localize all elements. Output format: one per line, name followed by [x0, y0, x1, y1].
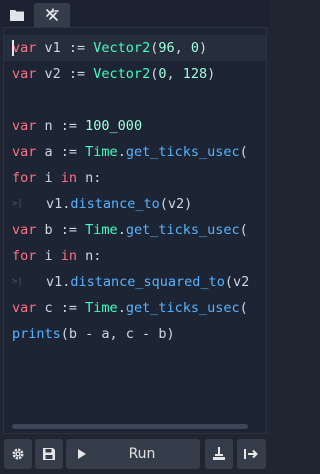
code-token: i [36, 248, 61, 264]
code-token: var [12, 222, 37, 238]
ast-icon [46, 8, 59, 21]
code-token: for [12, 248, 37, 264]
code-token: v1. [46, 274, 71, 290]
code-token: , [166, 66, 183, 82]
code-text: var b := Time.get_ticks_usec( [12, 222, 248, 238]
code-token: Time [85, 222, 118, 238]
text-caret [12, 40, 14, 56]
code-token: var [12, 144, 37, 160]
step-forward-button[interactable] [237, 439, 266, 469]
code-token: var [12, 118, 37, 134]
code-line[interactable]: var v1 := Vector2(96, 0) [4, 35, 266, 61]
run-button[interactable]: Run [66, 439, 200, 469]
code-text: var c := Time.get_ticks_usec( [12, 300, 248, 316]
code-token: . [117, 144, 126, 160]
code-token: prints [12, 326, 61, 342]
code-token: v1. [46, 196, 71, 212]
code-area[interactable]: var v1 := Vector2(96, 0) var v2 := Vector… [4, 28, 266, 433]
code-text: prints(b - a, c - b) [12, 326, 175, 342]
bottom-toolbar: Run [0, 436, 270, 474]
settings-button[interactable] [4, 439, 32, 469]
indent-marker-icon: >| [12, 199, 23, 209]
run-label: Run [128, 446, 156, 462]
horizontal-scrollbar[interactable] [12, 424, 248, 429]
code-line[interactable] [4, 87, 266, 113]
code-line[interactable]: var b := Time.get_ticks_usec( [4, 217, 266, 243]
code-token: . [117, 222, 126, 238]
code-text: var v1 := Vector2(96, 0) [12, 40, 207, 56]
code-token: get_ticks_usec [125, 222, 240, 238]
code-token: ) [199, 40, 208, 56]
code-line[interactable]: >| v1.distance_to(v2) [4, 191, 266, 217]
code-token: in [60, 170, 78, 186]
code-text: for i in n: [12, 170, 101, 186]
play-icon [78, 449, 86, 459]
code-text: for i in n: [12, 248, 101, 264]
code-token: . [117, 300, 126, 316]
code-line[interactable]: var c := Time.get_ticks_usec( [4, 295, 266, 321]
code-token: n: [77, 248, 102, 264]
code-token: (v2 [224, 274, 250, 290]
code-token: var [12, 300, 37, 316]
code-text: var n := 100_000 [12, 118, 142, 134]
code-token: ( [239, 144, 248, 160]
code-text: var v2 := Vector2(0, 128) [12, 66, 215, 82]
code-token: 96 [158, 40, 175, 56]
code-line[interactable]: var v2 := Vector2(0, 128) [4, 61, 266, 87]
save-button[interactable] [35, 439, 63, 469]
code-token: b := [36, 222, 86, 238]
code-token: (v2) [159, 196, 193, 212]
code-token: a := [36, 144, 86, 160]
save-icon [43, 448, 55, 460]
code-token: v1 := [36, 40, 94, 56]
code-token: n: [77, 170, 102, 186]
code-token: Time [85, 300, 118, 316]
code-token: (b - a, c - b) [60, 326, 175, 342]
code-token: ) [207, 66, 216, 82]
code-line[interactable]: var a := Time.get_ticks_usec( [4, 139, 266, 165]
arrow-right-icon [243, 449, 258, 459]
code-token: c := [36, 300, 86, 316]
code-text: var a := Time.get_ticks_usec( [12, 144, 248, 160]
code-token: get_ticks_usec [125, 144, 240, 160]
code-token: Vector2 [93, 40, 151, 56]
code-token: ( [239, 222, 248, 238]
code-token: 0 [190, 40, 200, 56]
code-token: 128 [182, 66, 208, 82]
code-line[interactable]: >| v1.distance_squared_to(v2 [4, 269, 266, 295]
code-line[interactable]: for i in n: [4, 243, 266, 269]
code-line[interactable]: for i in n: [4, 165, 266, 191]
code-token: , [174, 40, 191, 56]
code-token: distance_squared_to [70, 274, 225, 290]
clear-output-button[interactable] [205, 439, 233, 469]
code-text: v1.distance_squared_to(v2 [46, 274, 249, 290]
code-text: v1.distance_to(v2) [46, 196, 192, 212]
code-token: i [36, 170, 61, 186]
code-token: v2 := [36, 66, 94, 82]
code-token: var [12, 66, 37, 82]
code-line[interactable]: prints(b - a, c - b) [4, 321, 266, 347]
code-token: Time [85, 144, 118, 160]
tab-ast[interactable] [34, 3, 70, 27]
code-line[interactable]: var n := 100_000 [4, 113, 266, 139]
code-token: var [12, 40, 37, 56]
indent-marker-icon: >| [12, 277, 23, 287]
broom-icon [213, 447, 225, 460]
tab-bar [0, 0, 270, 27]
code-token: distance_to [70, 196, 160, 212]
code-token: in [60, 248, 78, 264]
code-token: Vector2 [93, 66, 151, 82]
code-token: for [12, 170, 37, 186]
code-token: get_ticks_usec [125, 300, 240, 316]
code-token: 100_000 [85, 118, 143, 134]
gear-icon [12, 448, 24, 460]
code-token: ( [239, 300, 248, 316]
tab-files[interactable] [3, 3, 31, 27]
code-editor[interactable]: var v1 := Vector2(96, 0) var v2 := Vector… [3, 27, 267, 434]
code-token: n := [36, 118, 86, 134]
folder-icon [10, 10, 24, 21]
